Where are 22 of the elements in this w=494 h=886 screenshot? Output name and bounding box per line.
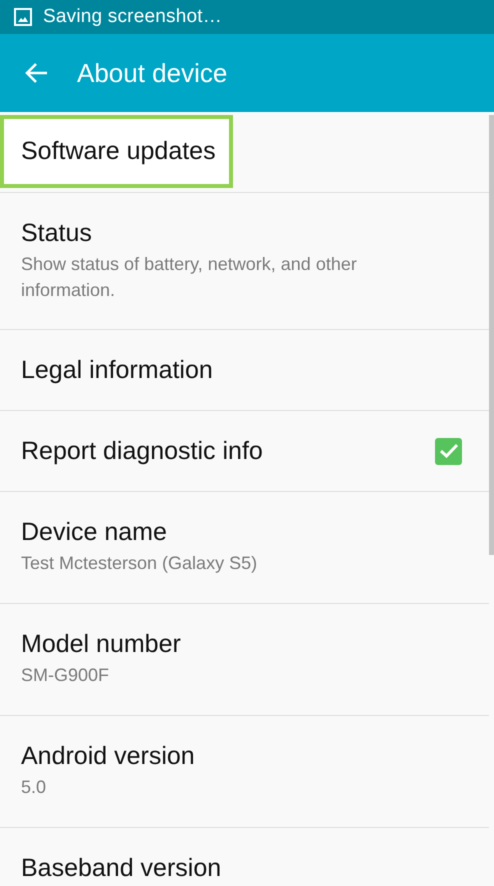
setting-title: Legal information xyxy=(21,356,213,384)
image-icon xyxy=(14,8,32,26)
setting-title: Report diagnostic info xyxy=(21,436,263,466)
setting-title: Model number xyxy=(21,630,181,660)
settings-row[interactable]: Software updates xyxy=(0,112,489,193)
notification-text: Saving screenshot… xyxy=(43,6,222,28)
settings-row[interactable]: Model number SM-G900F xyxy=(0,604,489,716)
setting-summary: SM-G900F xyxy=(21,664,110,688)
settings-row[interactable]: Report diagnostic info xyxy=(0,411,489,492)
setting-summary: Test Mctesterson (Galaxy S5) xyxy=(21,552,258,576)
setting-title: Baseband version xyxy=(21,854,222,882)
settings-row[interactable]: Baseband version xyxy=(0,828,489,886)
setting-summary: Show status of battery, network, and other information. xyxy=(21,253,358,302)
highlighted-title: Software updates xyxy=(0,114,233,188)
setting-title: Android version xyxy=(21,742,195,772)
settings-row[interactable]: Android version 5.0 xyxy=(0,716,489,828)
setting-title: Status xyxy=(21,219,92,248)
checkbox[interactable] xyxy=(435,438,462,464)
setting-title: Device name xyxy=(21,518,167,548)
screen-title: About device xyxy=(77,58,228,88)
setting-summary: 5.0 xyxy=(21,776,48,800)
checkmark-icon xyxy=(438,443,458,459)
